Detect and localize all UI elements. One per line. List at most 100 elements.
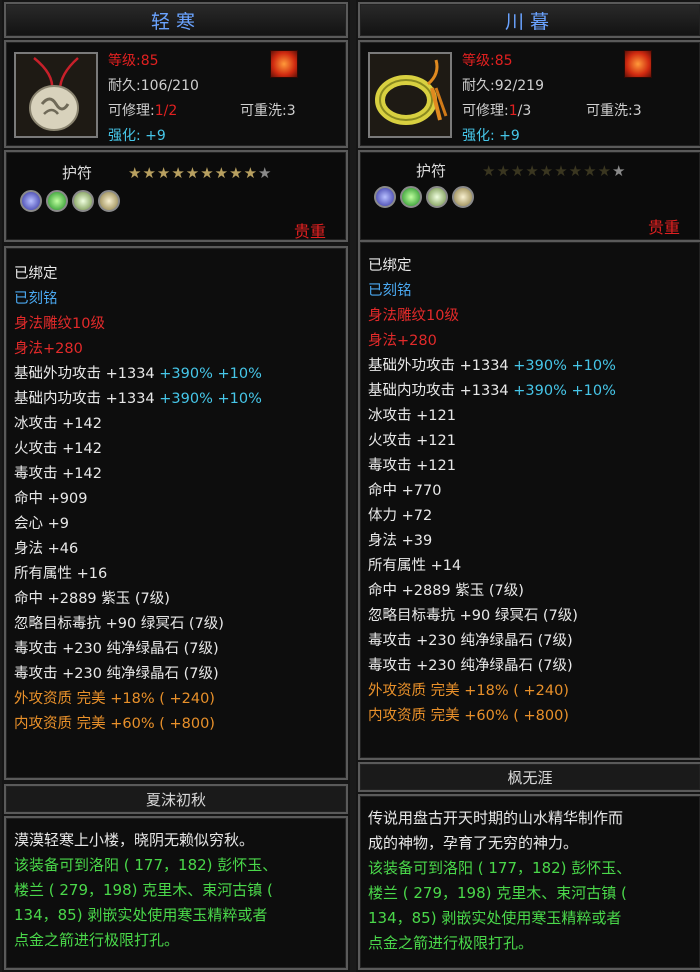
attribute-text: 会心 +9 (14, 516, 69, 532)
gem-socket-green-crystal-icon[interactable] (72, 190, 94, 212)
rewash-count: 可重洗:3 (586, 103, 642, 119)
star-rating: ★★★★★★★★★★ (482, 162, 627, 180)
attribute-row: 内攻资质 完美 +60% ( +800) (368, 704, 616, 729)
attribute-text: 命中 +2889 紫玉 (7级) (14, 591, 170, 607)
item-name: 夏沫初秋 (145, 790, 206, 809)
description-line: 134，85) 剥嵌实处使用寒玉精粹或者 (368, 909, 622, 927)
repair-max: /2 (163, 103, 178, 119)
durability-value: 92/219 (494, 78, 544, 94)
description-line: 该装备可到洛阳 ( 177，182) 彭怀玉、 (14, 856, 278, 874)
attribute-text: 忽略目标毒抗 +90 绿冥石 (7级) (368, 608, 578, 624)
attribute-bonus: +390% +10% (508, 358, 616, 374)
item-tooltip-left: 轻寒 等级:85 耐久:106/210 可修理:1/2 可重洗:3 强化: +9 (2, 0, 350, 972)
attribute-row: 毒攻击 +142 (14, 462, 262, 487)
item-title-bar: 轻寒 (4, 2, 348, 38)
item-title-bar: 川暮 (358, 2, 700, 38)
attribute-row: 身法雕纹10级 (14, 312, 262, 337)
repair-current: 1 (508, 103, 518, 119)
repair-label: 可修理: (462, 103, 509, 119)
item-icon[interactable] (14, 52, 98, 138)
attribute-row: 冰攻击 +121 (368, 404, 616, 429)
item-header: 等级:85 耐久:92/219 可修理:1/3 可重洗:3 强化: +9 (358, 40, 700, 148)
item-type: 护符 (416, 162, 447, 180)
description-panel: 传说用盘古开天时期的山水精华制作而 成的神物，孕育了无穷的神力。 该装备可到洛阳 (… (358, 794, 700, 970)
attribute-text: 外攻资质 完美 +18% ( +240) (368, 683, 569, 699)
attribute-text: 冰攻击 +121 (368, 408, 456, 424)
gem-socket-purple-icon[interactable] (20, 190, 42, 212)
item-name-bar: 夏沫初秋 (4, 784, 348, 814)
attribute-text: 身法雕纹10级 (14, 316, 105, 332)
item-header: 等级:85 耐久:106/210 可修理:1/2 可重洗:3 强化: +9 (4, 40, 348, 148)
attribute-text: 已绑定 (14, 266, 58, 282)
item-icon[interactable] (368, 52, 452, 138)
attribute-text: 毒攻击 +230 纯净绿晶石 (7级) (14, 666, 219, 682)
attribute-row: 已绑定 (368, 254, 616, 279)
item-name-bar: 枫无涯 (358, 762, 700, 792)
durability-label: 耐久: (108, 78, 141, 94)
attribute-row: 已刻铭 (368, 279, 616, 304)
gem-socket-green-icon[interactable] (400, 186, 422, 208)
enhance-label: 强化: (108, 128, 146, 144)
attribute-row: 冰攻击 +142 (14, 412, 262, 437)
durability-label: 耐久: (462, 78, 495, 94)
attribute-text: 身法+280 (368, 333, 437, 349)
attribute-text: 所有属性 +16 (14, 566, 108, 582)
attribute-text: 命中 +770 (368, 483, 442, 499)
attribute-text: 身法 +46 (14, 541, 79, 557)
attribute-bonus: +390% +10% (508, 383, 616, 399)
star-rating: ★★★★★★★★★★ (128, 164, 273, 182)
element-badge-icon (270, 50, 298, 78)
attribute-text: 体力 +72 (368, 508, 433, 524)
attribute-text: 外攻资质 完美 +18% ( +240) (14, 691, 215, 707)
item-type: 护符 (62, 164, 93, 182)
description-line: 该装备可到洛阳 ( 177，182) 彭怀玉、 (368, 859, 632, 877)
rarity-label: 贵重 (293, 222, 326, 241)
attribute-row: 命中 +770 (368, 479, 616, 504)
attribute-text: 火攻击 +142 (14, 441, 102, 457)
item-title: 轻寒 (150, 10, 201, 33)
attribute-row: 所有属性 +16 (14, 562, 262, 587)
attribute-row: 基础外功攻击 +1334 +390% +10% (368, 354, 616, 379)
element-badge-icon (624, 50, 652, 78)
gem-socket-green-crystal-2-icon[interactable] (98, 190, 120, 212)
attribute-text: 毒攻击 +230 纯净绿晶石 (7级) (368, 658, 573, 674)
item-tooltip-right: 川暮 等级:85 耐久:92/219 可修理:1/3 可重洗:3 强化: +9 (356, 0, 700, 972)
enhance-value: +9 (145, 128, 166, 144)
enhance-value: +9 (499, 128, 520, 144)
attribute-text: 毒攻击 +230 纯净绿晶石 (7级) (368, 633, 573, 649)
attribute-row: 命中 +2889 紫玉 (7级) (368, 579, 616, 604)
attribute-list: 已绑定 已刻铭身法雕纹10级 身法+280 基础外功攻击 +1334 +390% +1… (368, 254, 616, 729)
item-type-section: 护符 ★★★★★★★★★★ 贵重 (4, 150, 348, 242)
attribute-panel: 已绑定 已刻铭 身法雕纹10级 身法+280 基础外功攻击 +1334 +390% +1… (4, 246, 348, 780)
repair-current: 1 (154, 103, 164, 119)
attribute-text: 内攻资质 完美 +60% ( +800) (14, 716, 215, 732)
durability-value: 106/210 (140, 78, 199, 94)
rarity-label: 贵重 (647, 218, 680, 237)
attribute-text: 身法雕纹10级 (368, 308, 459, 324)
description-line: 成的神物，孕育了无穷的神力。 (368, 834, 579, 852)
item-title: 川暮 (504, 10, 555, 33)
attribute-text: 所有属性 +14 (368, 558, 462, 574)
attribute-row: 基础内功攻击 +1334 +390% +10% (14, 387, 262, 412)
attribute-text: 身法+280 (14, 341, 83, 357)
attribute-row: 毒攻击 +230 纯净绿晶石 (7级) (14, 662, 262, 687)
attribute-panel: 已绑定 已刻铭身法雕纹10级 身法+280 基础外功攻击 +1334 +390% +1… (358, 240, 700, 760)
pendant-icon (29, 57, 79, 131)
attribute-bonus: +390% +10% (154, 366, 262, 382)
attribute-row: 内攻资质 完美 +60% ( +800) (14, 712, 262, 737)
level-value: 85 (494, 53, 513, 69)
level-label: 等级: (108, 53, 141, 69)
attribute-row: 已绑定 (14, 262, 262, 287)
attribute-row: 毒攻击 +230 纯净绿晶石 (7级) (368, 654, 616, 679)
gem-socket-purple-icon[interactable] (374, 186, 396, 208)
item-type-section: 护符 ★★★★★★★★★★ 贵重 (358, 150, 700, 242)
description-line: 134，85) 剥嵌实处使用寒玉精粹或者 (14, 906, 268, 924)
enhance-label: 强化: (462, 128, 500, 144)
attribute-row: 毒攻击 +230 纯净绿晶石 (7级) (14, 637, 262, 662)
gem-socket-green-crystal-2-icon[interactable] (452, 186, 474, 208)
attribute-text: 内攻资质 完美 +60% ( +800) (368, 708, 569, 724)
description-line: 楼兰 ( 279，198) 克里木、束河古镇 ( (14, 881, 273, 899)
gem-socket-green-crystal-icon[interactable] (426, 186, 448, 208)
attribute-text: 命中 +909 (14, 491, 88, 507)
gem-socket-green-icon[interactable] (46, 190, 68, 212)
